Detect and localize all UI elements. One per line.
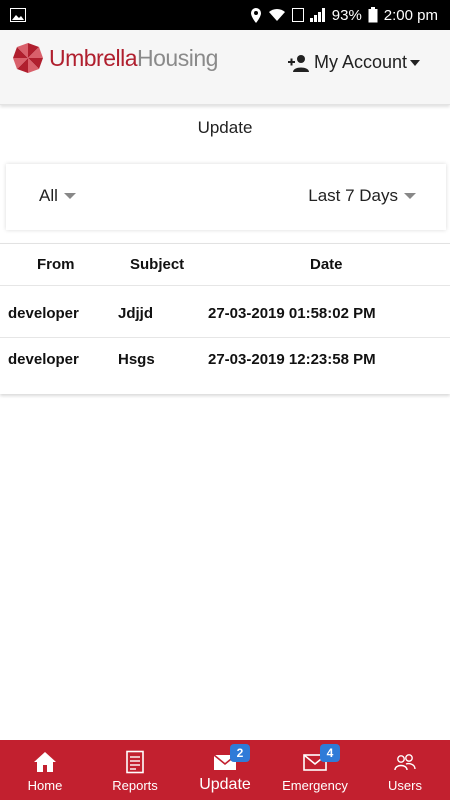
table-row[interactable]: developer Jdjjd 27-03-2019 01:58:02 PM [0, 292, 450, 337]
battery-percentage: 93% [331, 6, 362, 24]
wifi-icon [268, 8, 285, 21]
nav-home-label: Home [27, 778, 63, 793]
clock: 2:00 pm [383, 6, 438, 24]
nav-update[interactable]: 2 Update [180, 740, 270, 800]
app-header: UmbrellaHousing My Account [0, 30, 450, 105]
row-from: developer [8, 305, 79, 322]
lte-icon [291, 8, 304, 22]
add-person-icon [287, 54, 309, 72]
bottom-navigation: Home Reports 2 Update 4 Emergency Users [0, 740, 450, 800]
chevron-down-icon [410, 59, 420, 66]
home-icon [34, 752, 56, 772]
umbrella-logo-icon [13, 43, 43, 73]
column-header-date: Date [310, 256, 343, 273]
emergency-count-badge: 4 [320, 744, 340, 762]
reports-icon [126, 750, 144, 774]
row-subject: Hsgs [118, 351, 155, 368]
battery-icon [368, 7, 378, 23]
brand-logo: UmbrellaHousing [12, 42, 218, 74]
column-header-from: From [37, 256, 75, 273]
row-date: 27-03-2019 12:23:58 PM [208, 351, 376, 368]
users-icon [394, 754, 416, 771]
brand-name-word1: Umbrella [49, 44, 138, 71]
filters-card: All Last 7 Days [6, 164, 446, 230]
nav-home[interactable]: Home [0, 740, 90, 800]
type-filter-value: All [39, 186, 58, 205]
type-filter-dropdown[interactable]: All [39, 186, 76, 206]
nav-reports-label: Reports [112, 778, 158, 793]
my-account-menu[interactable]: My Account [287, 52, 420, 73]
row-date: 27-03-2019 01:58:02 PM [208, 305, 376, 322]
nav-users-label: Users [388, 778, 422, 793]
row-subject: Jdjjd [118, 305, 154, 322]
column-header-subject: Subject [130, 256, 185, 273]
row-from: developer [8, 351, 79, 368]
table-row[interactable]: developer Hsgs 27-03-2019 12:23:58 PM [0, 337, 450, 383]
page-title: Update [197, 118, 253, 137]
nav-emergency[interactable]: 4 Emergency [270, 740, 360, 800]
image-icon [10, 8, 26, 22]
table-header: From Subject Date [0, 244, 450, 286]
brand-name-word2: Housing [137, 44, 218, 71]
update-count-badge: 2 [230, 744, 250, 762]
status-bar: 93% 2:00 pm [0, 0, 450, 30]
updates-table: From Subject Date developer Jdjjd 27-03-… [0, 243, 450, 394]
chevron-down-icon [404, 193, 416, 199]
nav-update-label: Update [199, 776, 251, 793]
location-icon [250, 7, 261, 23]
signal-icon [309, 8, 325, 22]
brand-name: UmbrellaHousing [49, 45, 218, 72]
nav-emergency-label: Emergency [282, 778, 348, 793]
date-range-dropdown[interactable]: Last 7 Days [308, 186, 416, 206]
my-account-label: My Account [313, 52, 407, 72]
nav-reports[interactable]: Reports [90, 740, 180, 800]
chevron-down-icon [63, 193, 76, 199]
nav-users[interactable]: Users [360, 740, 450, 800]
date-range-value: Last 7 Days [308, 186, 398, 205]
